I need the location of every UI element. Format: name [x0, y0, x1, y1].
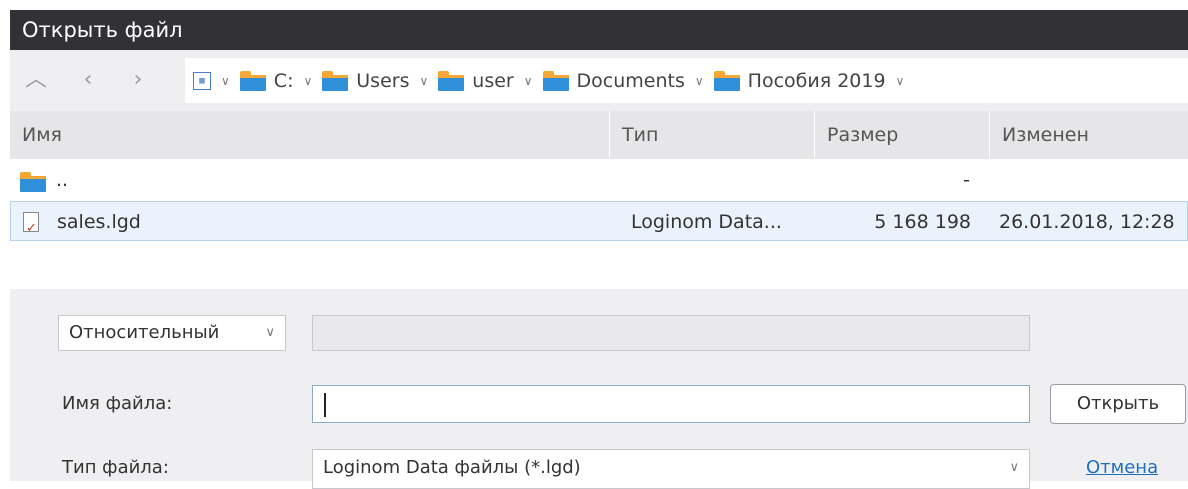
text-cursor [324, 393, 326, 417]
column-header-name[interactable]: Имя [10, 111, 610, 159]
chevron-down-icon[interactable]: ∨ [896, 74, 905, 88]
column-header-size[interactable]: Размер [815, 111, 990, 159]
chevron-right-icon[interactable]: › [126, 68, 150, 92]
breadcrumb-label: Documents [576, 69, 685, 92]
folder-icon [322, 70, 349, 91]
folder-icon [713, 70, 740, 91]
window-title: Открыть файл [22, 18, 183, 42]
breadcrumb-item-c[interactable]: C: ∨ [239, 69, 312, 92]
breadcrumb-label: user [472, 69, 514, 92]
breadcrumb-label: Пособия 2019 [747, 69, 886, 92]
chevron-down-icon[interactable]: ∨ [419, 74, 428, 88]
form-panel: Относительный ∨ Имя файла: Открыть Тип ф… [10, 289, 1188, 489]
cancel-link[interactable]: Отмена [1086, 457, 1158, 478]
row-name: sales.lgd [57, 211, 141, 233]
chevron-down-icon[interactable]: ∨ [524, 74, 533, 88]
path-value [313, 322, 323, 343]
chevron-down-icon[interactable]: ∨ [695, 74, 704, 88]
row-size: - [963, 169, 970, 191]
filetype-value: Loginom Data файлы (*.lgd) [323, 457, 581, 478]
path-mode-select[interactable]: Относительный ∨ [58, 315, 286, 351]
table-row[interactable]: sales.lgd Loginom Data... 5 168 198 26.0… [10, 201, 1188, 249]
filename-label: Имя файла: [62, 393, 173, 414]
filename-input[interactable] [312, 385, 1030, 423]
chevron-down-icon[interactable]: ∨ [221, 74, 230, 88]
breadcrumb-label: C: [273, 69, 294, 92]
path-field [312, 315, 1030, 351]
filetype-select[interactable]: Loginom Data файлы (*.lgd) ∨ [312, 449, 1030, 489]
column-header-modified[interactable]: Изменен [990, 111, 1188, 159]
filetype-label: Тип файла: [62, 457, 169, 478]
folder-icon [239, 70, 266, 91]
table-row[interactable]: .. - [10, 160, 1188, 200]
row-size: 5 168 198 [874, 211, 971, 233]
breadcrumb: ▦ ∨ C: ∨ Users ∨ user ∨ Documents ∨ Посо… [185, 58, 1188, 103]
chevron-up-icon[interactable]: ︿ [24, 68, 48, 92]
folder-icon [438, 70, 465, 91]
path-mode-value: Относительный [69, 322, 220, 343]
breadcrumb-item-users[interactable]: Users ∨ [322, 70, 428, 92]
chevron-down-icon[interactable]: ∨ [303, 74, 312, 88]
row-type [630, 160, 820, 200]
folder-icon [542, 70, 569, 91]
breadcrumb-label: Users [356, 69, 410, 92]
calendar-icon: ▦ [193, 71, 211, 90]
breadcrumb-item-user[interactable]: user ∨ [438, 69, 533, 92]
chevron-left-icon[interactable]: ‹ [76, 68, 100, 92]
document-icon [23, 209, 39, 249]
column-header-type[interactable]: Тип [610, 111, 815, 159]
breadcrumb-item-posobiya-2019[interactable]: Пособия 2019 ∨ [713, 69, 905, 92]
row-modified: 26.01.2018, 12:28 [999, 211, 1175, 233]
row-name: .. [56, 169, 69, 191]
breadcrumb-root[interactable]: ▦ ∨ [193, 71, 230, 90]
table-header: Имя Тип Размер Изменен [10, 111, 1188, 159]
open-button[interactable]: Открыть [1050, 384, 1186, 424]
filename-value [313, 393, 329, 414]
chevron-down-icon: ∨ [265, 325, 275, 340]
row-type: Loginom Data... [631, 211, 782, 233]
folder-icon [20, 172, 46, 192]
breadcrumb-item-documents[interactable]: Documents ∨ [542, 69, 704, 92]
row-modified [998, 160, 1188, 200]
navigation-bar: ︿ ‹ › ▦ ∨ C: ∨ Users ∨ user ∨ Documents … [10, 50, 1188, 111]
title-bar: Открыть файл [10, 10, 1188, 50]
